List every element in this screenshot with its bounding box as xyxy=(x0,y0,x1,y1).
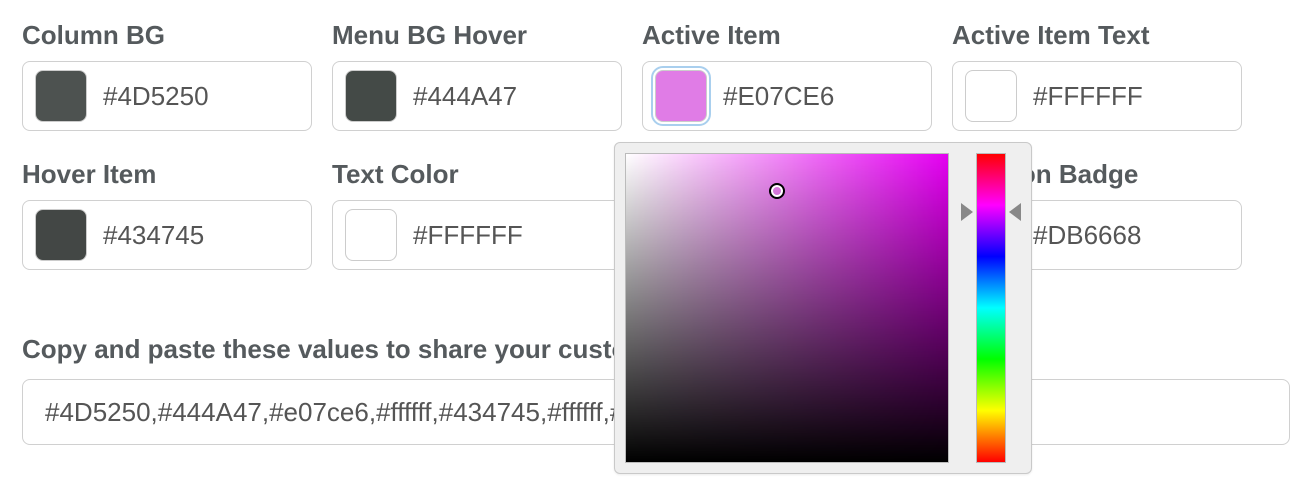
color-swatch[interactable] xyxy=(35,70,87,122)
theme-field-hover_item: Hover Item #434745 xyxy=(22,159,312,270)
color-input-active_item_text[interactable]: #FFFFFF xyxy=(952,61,1242,131)
color-swatch[interactable] xyxy=(655,70,707,122)
theme-field-label: Menu BG Hover xyxy=(332,20,622,51)
hue-indicator-left-icon xyxy=(961,203,973,221)
color-hex-value: #444A47 xyxy=(413,81,517,112)
color-picker-sv-area[interactable] xyxy=(625,153,949,463)
theme-field-active_item: Active Item #E07CE6 xyxy=(642,20,932,131)
color-swatch[interactable] xyxy=(35,209,87,261)
color-picker-sv-cursor xyxy=(769,183,785,199)
theme-field-text_color: Text Color #FFFFFF xyxy=(332,159,622,270)
color-hex-value: #FFFFFF xyxy=(1033,81,1143,112)
color-input-hover_item[interactable]: #434745 xyxy=(22,200,312,270)
theme-field-label: Active Item Text xyxy=(952,20,1242,51)
theme-field-active_item_text: Active Item Text #FFFFFF xyxy=(952,20,1242,131)
theme-field-label: Active Item xyxy=(642,20,932,51)
color-picker-popover xyxy=(614,142,1032,474)
theme-field-label: Hover Item xyxy=(22,159,312,190)
theme-field-label: Column BG xyxy=(22,20,312,51)
color-input-text_color[interactable]: #FFFFFF xyxy=(332,200,622,270)
color-swatch[interactable] xyxy=(345,70,397,122)
color-swatch[interactable] xyxy=(345,209,397,261)
color-input-active_item[interactable]: #E07CE6 xyxy=(642,61,932,131)
hue-indicator-right-icon xyxy=(1009,203,1021,221)
theme-field-label: Text Color xyxy=(332,159,622,190)
color-input-menu_bg_hover[interactable]: #444A47 xyxy=(332,61,622,131)
color-hex-value: #DB6668 xyxy=(1033,220,1141,251)
color-picker-hue-strip[interactable] xyxy=(976,153,1006,463)
color-input-column_bg[interactable]: #4D5250 xyxy=(22,61,312,131)
color-hex-value: #434745 xyxy=(103,220,204,251)
theme-field-menu_bg_hover: Menu BG Hover #444A47 xyxy=(332,20,622,131)
color-swatch[interactable] xyxy=(965,70,1017,122)
color-hex-value: #4D5250 xyxy=(103,81,209,112)
color-hex-value: #FFFFFF xyxy=(413,220,523,251)
color-hex-value: #E07CE6 xyxy=(723,81,834,112)
theme-field-column_bg: Column BG #4D5250 xyxy=(22,20,312,131)
